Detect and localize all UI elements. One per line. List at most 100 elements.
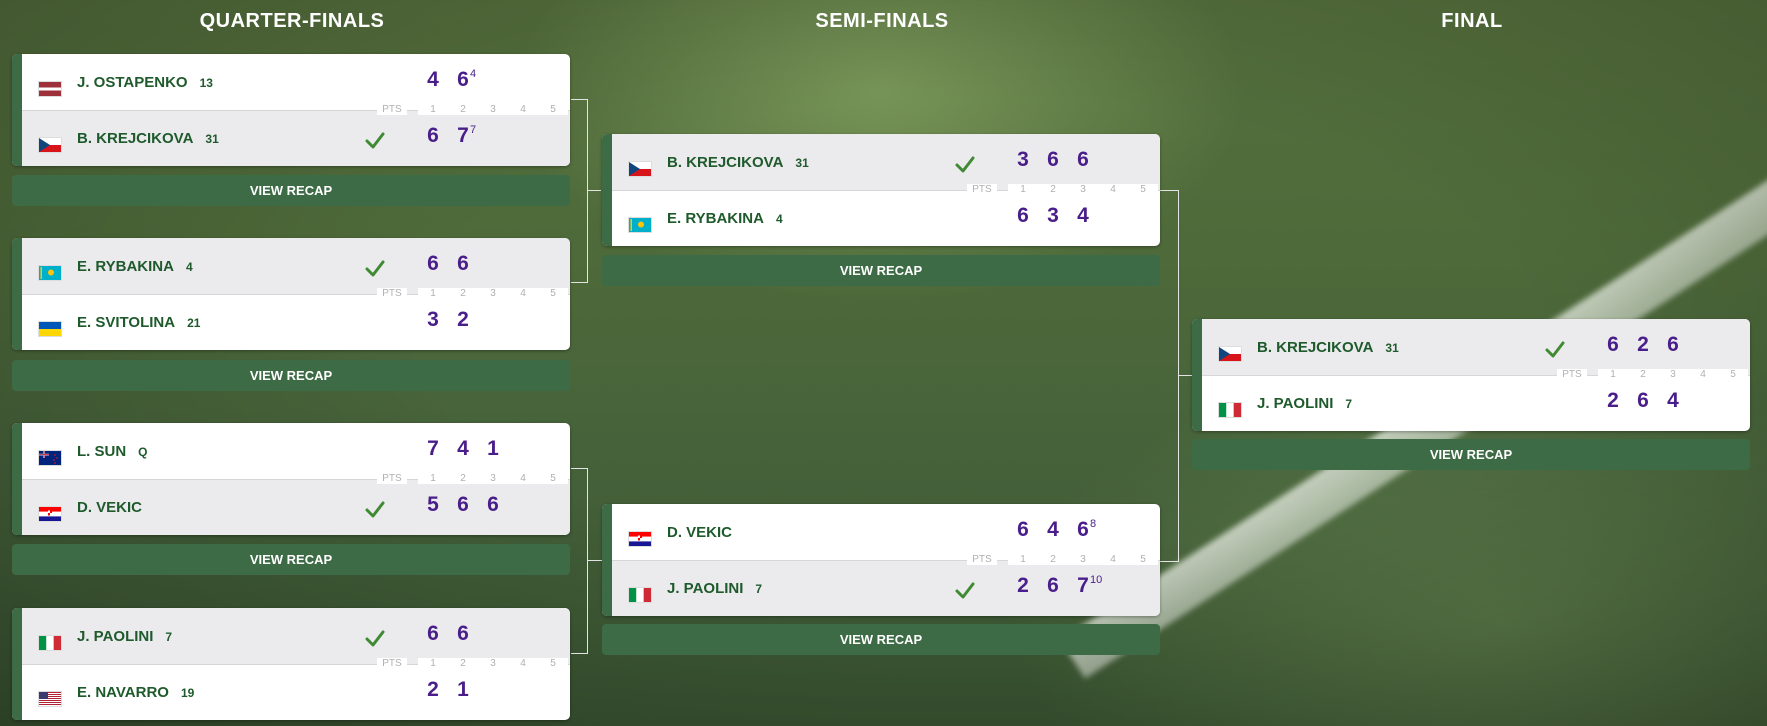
player-name[interactable]: E. RYBAKINA 4 [667, 210, 783, 227]
set-number-label: 1 [418, 104, 448, 115]
set-number-label: 5 [1718, 369, 1748, 380]
player-row: D. VEKIC 6 4 6 8 [612, 504, 1160, 560]
round-title-quarter-finals: QUARTER-FINALS [199, 10, 385, 32]
italy-flag [1218, 402, 1242, 418]
set-number-label: 2 [448, 658, 478, 669]
set-number-label: 2 [1628, 369, 1658, 380]
set-score-value: 7 [427, 437, 439, 460]
set-score-value: 2 [1607, 389, 1619, 412]
player-seed: 31 [205, 132, 219, 146]
player-row: L. SUN Q 7 4 1 [22, 423, 570, 479]
player-name[interactable]: B. KREJCIKOVA 31 [77, 130, 219, 147]
set-score-value: 3 [1047, 204, 1059, 227]
italy-flag [38, 635, 62, 651]
set-number-label: 4 [1688, 369, 1718, 380]
player-name[interactable]: J. PAOLINI 7 [77, 628, 172, 645]
player-name[interactable]: D. VEKIC [77, 499, 142, 516]
set-score-value: 6 [1637, 389, 1649, 412]
set-score-value: 4 [457, 437, 469, 460]
tiebreak-score: 10 [1090, 574, 1103, 586]
set-score: 6 [1660, 333, 1686, 357]
set-score-value: 6 [427, 622, 439, 645]
tiebreak-score: 4 [470, 68, 477, 80]
player-name[interactable]: E. SVITOLINA 21 [77, 314, 200, 331]
view-recap-button[interactable]: VIEW RECAP [602, 624, 1160, 655]
player-seed: 7 [165, 630, 173, 644]
player-row: J. PAOLINI 7 2 6 7 10 [612, 560, 1160, 616]
player-name-text: J. OSTAPENKO [77, 74, 188, 91]
set-score: 2 [450, 308, 476, 332]
match-accent-bar [12, 608, 22, 720]
match-card[interactable]: J. PAOLINI 7 6 6 E. NAVARRO 19 2 1 PTS 1 2 3 4 5 [12, 608, 570, 720]
player-name[interactable]: E. NAVARRO 19 [77, 684, 194, 701]
set-number-label: 3 [1068, 184, 1098, 195]
match-card[interactable]: E. RYBAKINA 4 6 6 E. SVITOLINA 21 3 2 PTS 1 2 3 4 5 [12, 238, 570, 350]
match-card[interactable]: J. OSTAPENKO 13 4 6 4 B. KREJCIKOVA 31 6 7 7 PTS 1 2… [12, 54, 570, 166]
pts-label: PTS [967, 554, 997, 565]
set-score-value: 6 [1667, 333, 1679, 356]
set-score-value: 1 [487, 437, 499, 460]
set-number-label: 1 [418, 288, 448, 299]
set-score-value: 1 [457, 678, 469, 701]
match-accent-bar [1192, 319, 1202, 431]
player-name[interactable]: J. PAOLINI 7 [1257, 395, 1352, 412]
set-number-label: 4 [508, 104, 538, 115]
set-header: PTS 1 2 3 4 5 [22, 104, 570, 116]
set-score-value: 4 [1077, 204, 1089, 227]
player-row: J. PAOLINI 7 2 6 4 [1202, 375, 1750, 431]
winner-check-icon [954, 154, 976, 176]
set-score-value: 2 [1017, 574, 1029, 597]
tiebreak-score: 7 [470, 124, 477, 136]
player-row: B. KREJCIKOVA 31 6 2 6 [1202, 319, 1750, 375]
view-recap-button[interactable]: VIEW RECAP [1192, 439, 1750, 470]
player-name[interactable]: J. PAOLINI 7 [667, 580, 762, 597]
winner-check-icon [364, 130, 386, 152]
set-score: 6 [420, 252, 446, 276]
bracket-connector [587, 190, 601, 191]
player-name[interactable]: B. KREJCIKOVA 31 [1257, 339, 1399, 356]
set-score-value: 3 [427, 308, 439, 331]
player-row: D. VEKIC 5 6 6 [22, 479, 570, 535]
set-score-value: 6 [487, 493, 499, 516]
bracket-connector [1178, 375, 1192, 376]
set-score: 4 [420, 68, 446, 92]
player-name[interactable]: B. KREJCIKOVA 31 [667, 154, 809, 171]
set-score: 68 [1070, 518, 1096, 542]
set-header: PTS 1 2 3 4 5 [612, 554, 1160, 566]
set-score-value: 2 [457, 308, 469, 331]
set-header: PTS 1 2 3 4 5 [612, 184, 1160, 196]
set-score: 3 [1040, 204, 1066, 228]
player-seed: 31 [1385, 341, 1399, 355]
match-card[interactable]: D. VEKIC 6 4 6 8 J. PAOLINI 7 2 6 7 10 PTS 1 2 3 4 5 [602, 504, 1160, 616]
view-recap-button[interactable]: VIEW RECAP [12, 175, 570, 206]
player-name[interactable]: J. OSTAPENKO 13 [77, 74, 213, 91]
set-score: 4 [1070, 204, 1096, 228]
player-name-text: J. PAOLINI [77, 628, 154, 645]
player-name[interactable]: L. SUN Q [77, 443, 148, 460]
set-score: 1 [450, 678, 476, 702]
pts-label: PTS [377, 288, 407, 299]
kazakhstan-flag [38, 265, 62, 281]
czech-flag [38, 137, 62, 153]
view-recap-button[interactable]: VIEW RECAP [602, 255, 1160, 286]
bracket-connector [1160, 190, 1179, 562]
set-score: 6 [1070, 148, 1096, 172]
set-score: 7 10 [1070, 574, 1102, 598]
match-card[interactable]: L. SUN Q 7 4 1 D. VEKIC 5 6 6 PTS 1 2 3 4 5 [12, 423, 570, 535]
set-score: 6 [420, 622, 446, 646]
view-recap-button[interactable]: VIEW RECAP [12, 360, 570, 391]
player-name[interactable]: D. VEKIC [667, 524, 732, 541]
player-row: E. RYBAKINA 4 6 6 [22, 238, 570, 294]
round-title-semi-finals: SEMI-FINALS [815, 10, 949, 32]
pts-label: PTS [1557, 369, 1587, 380]
player-row: J. OSTAPENKO 13 4 6 4 [22, 54, 570, 110]
latvia-flag [38, 81, 62, 97]
tiebreak-score: 8 [1090, 518, 1097, 530]
winner-check-icon [364, 628, 386, 650]
match-card[interactable]: B. KREJCIKOVA 31 3 6 6 E. RYBAKINA 4 6 3 4 PTS 1 2 3 4… [602, 134, 1160, 246]
set-number-label: 4 [508, 658, 538, 669]
view-recap-button[interactable]: VIEW RECAP [12, 544, 570, 575]
player-name[interactable]: E. RYBAKINA 4 [77, 258, 193, 275]
match-accent-bar [12, 238, 22, 350]
match-card[interactable]: B. KREJCIKOVA 31 6 2 6 J. PAOLINI 7 2 6 4 PTS 1 2 3 4 5 [1192, 319, 1750, 431]
